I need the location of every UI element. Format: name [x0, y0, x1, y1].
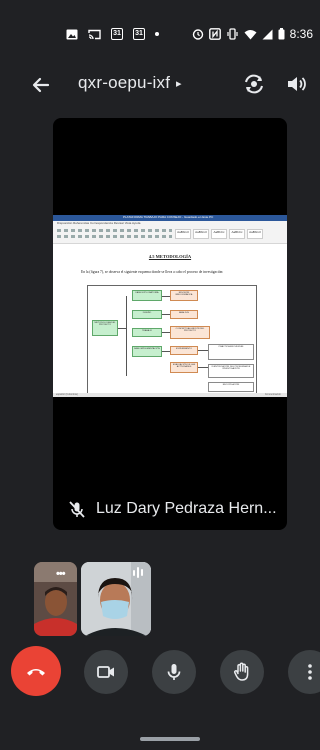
diagram-box-white: PRÁCTICA ENCUESTAS	[208, 344, 254, 360]
window-title: PLATAFORMA TRABAJO PARA CONSEJO - Guarda…	[123, 215, 214, 219]
camera-toggle-button[interactable]	[84, 650, 128, 694]
diagram-connector	[162, 296, 170, 297]
alarm-icon	[192, 29, 203, 40]
diagram-connector	[198, 367, 208, 368]
diagram-connector	[118, 328, 126, 329]
diagram-box-green: TRABAJO	[132, 328, 162, 337]
more-options-button[interactable]	[288, 650, 320, 694]
doc-heading: 4.5 METODOLOGÍA	[148, 254, 192, 259]
microphone-icon	[167, 664, 181, 680]
diagram-box-white: IDENTIFICACIÓN DEL PROBLEMA DE INVESTIGA…	[208, 364, 254, 378]
back-arrow-icon[interactable]	[26, 70, 56, 100]
flip-camera-icon[interactable]	[240, 70, 268, 98]
diagram-box-orange: EXPERIMENTO	[170, 346, 198, 355]
participant-name-strip: Luz Dary Pedraza Hern...	[53, 490, 287, 530]
diagram-box-green: FASE EXPLORATORIA	[132, 290, 162, 301]
diagram-connector	[162, 314, 170, 315]
diagram-box-orange: CONCEPTUALIZACIÓN DEL PROYECTO	[170, 326, 210, 339]
dot-icon	[155, 32, 159, 36]
participant-thumbnail[interactable]: •••	[34, 562, 77, 636]
cast-icon	[88, 29, 101, 39]
video-camera-icon	[97, 666, 114, 678]
focus-status: Concentración	[264, 393, 281, 396]
diagram-connector	[162, 351, 170, 352]
diagram-connector	[162, 332, 170, 333]
battery-icon	[278, 28, 285, 40]
participant-name: Luz Dary Pedraza Hern...	[96, 500, 277, 517]
meeting-code[interactable]: qxr-oepu-ixf	[78, 73, 170, 93]
style-sample: AaBbCcI	[247, 229, 263, 239]
diagram-box-orange: ANÁLISIS	[170, 310, 198, 319]
calendar-icon: 31	[111, 28, 123, 40]
diagram-root-box: METODOLOGÍA DEL PROYECTO	[92, 320, 118, 336]
shared-screen-document: PLATAFORMA TRABAJO PARA CONSEJO - Guarda…	[53, 215, 287, 397]
diagram-box-orange: REVISIÓN BIBLIOGRÁFICA	[170, 290, 198, 301]
end-call-button[interactable]	[11, 646, 61, 696]
hang-up-icon	[27, 669, 45, 676]
microphone-toggle-button[interactable]	[152, 650, 196, 694]
status-bar: 31 31 8:36	[0, 0, 319, 68]
home-gesture-bar[interactable]	[140, 737, 200, 741]
diagram-connector	[198, 350, 208, 351]
system-icons: 8:36	[192, 27, 313, 41]
more-options-icon[interactable]: •••	[56, 568, 66, 580]
clock: 8:36	[289, 27, 313, 41]
style-sample: AaBbCc	[211, 229, 227, 239]
methodology-diagram: METODOLOGÍA DEL PROYECTO FASE EXPLORATOR…	[87, 285, 257, 397]
style-sample: AaBbCcI	[175, 229, 191, 239]
diagram-connector	[126, 296, 127, 376]
ribbon-toolbar: AaBbCcI AaBbCcI AaBbCc AaBbCc AaBbCcI	[53, 226, 287, 244]
call-controls	[0, 646, 320, 702]
image-icon	[66, 29, 78, 39]
raise-hand-icon	[233, 662, 249, 681]
nfc-icon	[208, 28, 221, 40]
diagram-box-orange: EVALUACIÓN DE LAS ACTIVIDADES	[170, 362, 198, 373]
toolbar-row	[57, 229, 172, 232]
signal-icon	[262, 29, 273, 39]
more-vert-icon	[308, 664, 312, 680]
doc-paragraph: En la (figura 7), se observa el siguient…	[81, 270, 224, 274]
diagram-box-white: RECOPILACIÓN	[208, 382, 254, 392]
toolbar-row	[57, 235, 172, 238]
diagram-box-green: FASE IMPLEMENTACIÓN	[132, 346, 162, 357]
diagram-box-green: DISEÑO	[132, 310, 162, 319]
vibrate-icon	[227, 28, 238, 40]
mic-off-icon	[69, 501, 85, 518]
speaker-icon[interactable]	[283, 70, 311, 98]
style-sample: AaBbCc	[229, 229, 245, 239]
calendar-icon: 31	[133, 28, 145, 40]
main-video-tile[interactable]: PLATAFORMA TRABAJO PARA CONSEJO - Guarda…	[53, 118, 287, 530]
meeting-top-bar: qxr-oepu-ixf ▸	[0, 62, 319, 106]
meeting-info-caret[interactable]: ▸	[176, 77, 182, 90]
raise-hand-button[interactable]	[220, 650, 264, 694]
style-sample: AaBbCcI	[193, 229, 209, 239]
word-status-bar: español (Colombia) Concentración	[53, 393, 287, 397]
wifi-icon	[244, 29, 257, 39]
audio-level-icon	[133, 567, 143, 578]
self-view-thumbnail[interactable]	[81, 562, 151, 636]
notification-icons: 31 31	[66, 28, 159, 40]
language-status: español (Colombia)	[56, 393, 78, 396]
